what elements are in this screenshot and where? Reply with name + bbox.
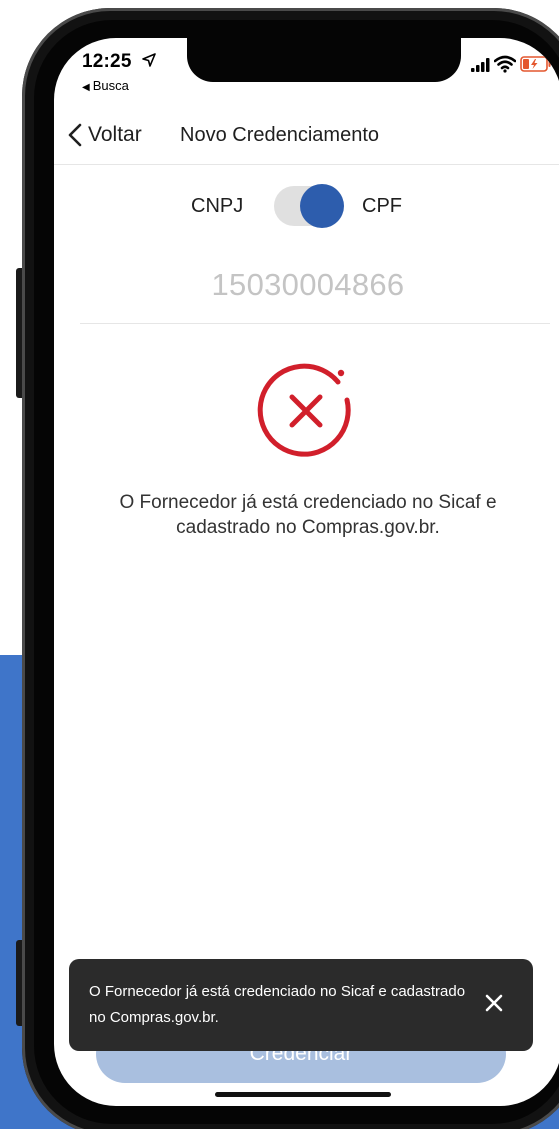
- page-title: Novo Credenciamento: [180, 124, 379, 146]
- status-time: 12:25: [82, 51, 132, 72]
- toast-snackbar: O Fornecedor já está credenciado no Sica…: [69, 959, 533, 1051]
- battery-charging-icon: [520, 56, 551, 72]
- toggle-label-cpf[interactable]: CPF: [362, 195, 402, 218]
- phone-frame: 12:25 ◀ Busca Voltar Novo Credenciamento…: [22, 8, 559, 1129]
- status-back-to-app[interactable]: ◀ Busca: [82, 78, 129, 93]
- result-message: O Fornecedor já está credenciado no Sica…: [119, 492, 497, 538]
- close-icon[interactable]: [483, 992, 505, 1014]
- back-button[interactable]: Voltar: [66, 120, 142, 150]
- back-label: Voltar: [88, 123, 142, 146]
- document-type-toggle-row: CNPJ CPF: [54, 184, 559, 228]
- back-triangle-icon: ◀: [82, 82, 90, 93]
- chevron-left-icon: [68, 123, 82, 147]
- location-arrow-icon: [142, 53, 156, 67]
- screenshot-stage: 12:25 ◀ Busca Voltar Novo Credenciamento…: [0, 0, 559, 1129]
- wifi-icon: [494, 55, 516, 73]
- document-field-underline: [80, 323, 550, 324]
- cellular-signal-icon: [471, 58, 490, 72]
- notch: [187, 38, 461, 82]
- home-indicator[interactable]: [215, 1092, 391, 1097]
- nav-bar: Voltar Novo Credenciamento: [54, 110, 559, 165]
- document-number-field[interactable]: 15030004866: [54, 267, 559, 303]
- toggle-knob[interactable]: [300, 184, 344, 228]
- toast-message: O Fornecedor já está credenciado no Sica…: [89, 983, 466, 1026]
- phone-screen: 12:25 ◀ Busca Voltar Novo Credenciamento…: [54, 38, 559, 1106]
- error-x-circle-icon: [257, 363, 351, 457]
- status-back-label: Busca: [92, 78, 129, 93]
- toggle-label-cnpj[interactable]: CNPJ: [191, 195, 243, 218]
